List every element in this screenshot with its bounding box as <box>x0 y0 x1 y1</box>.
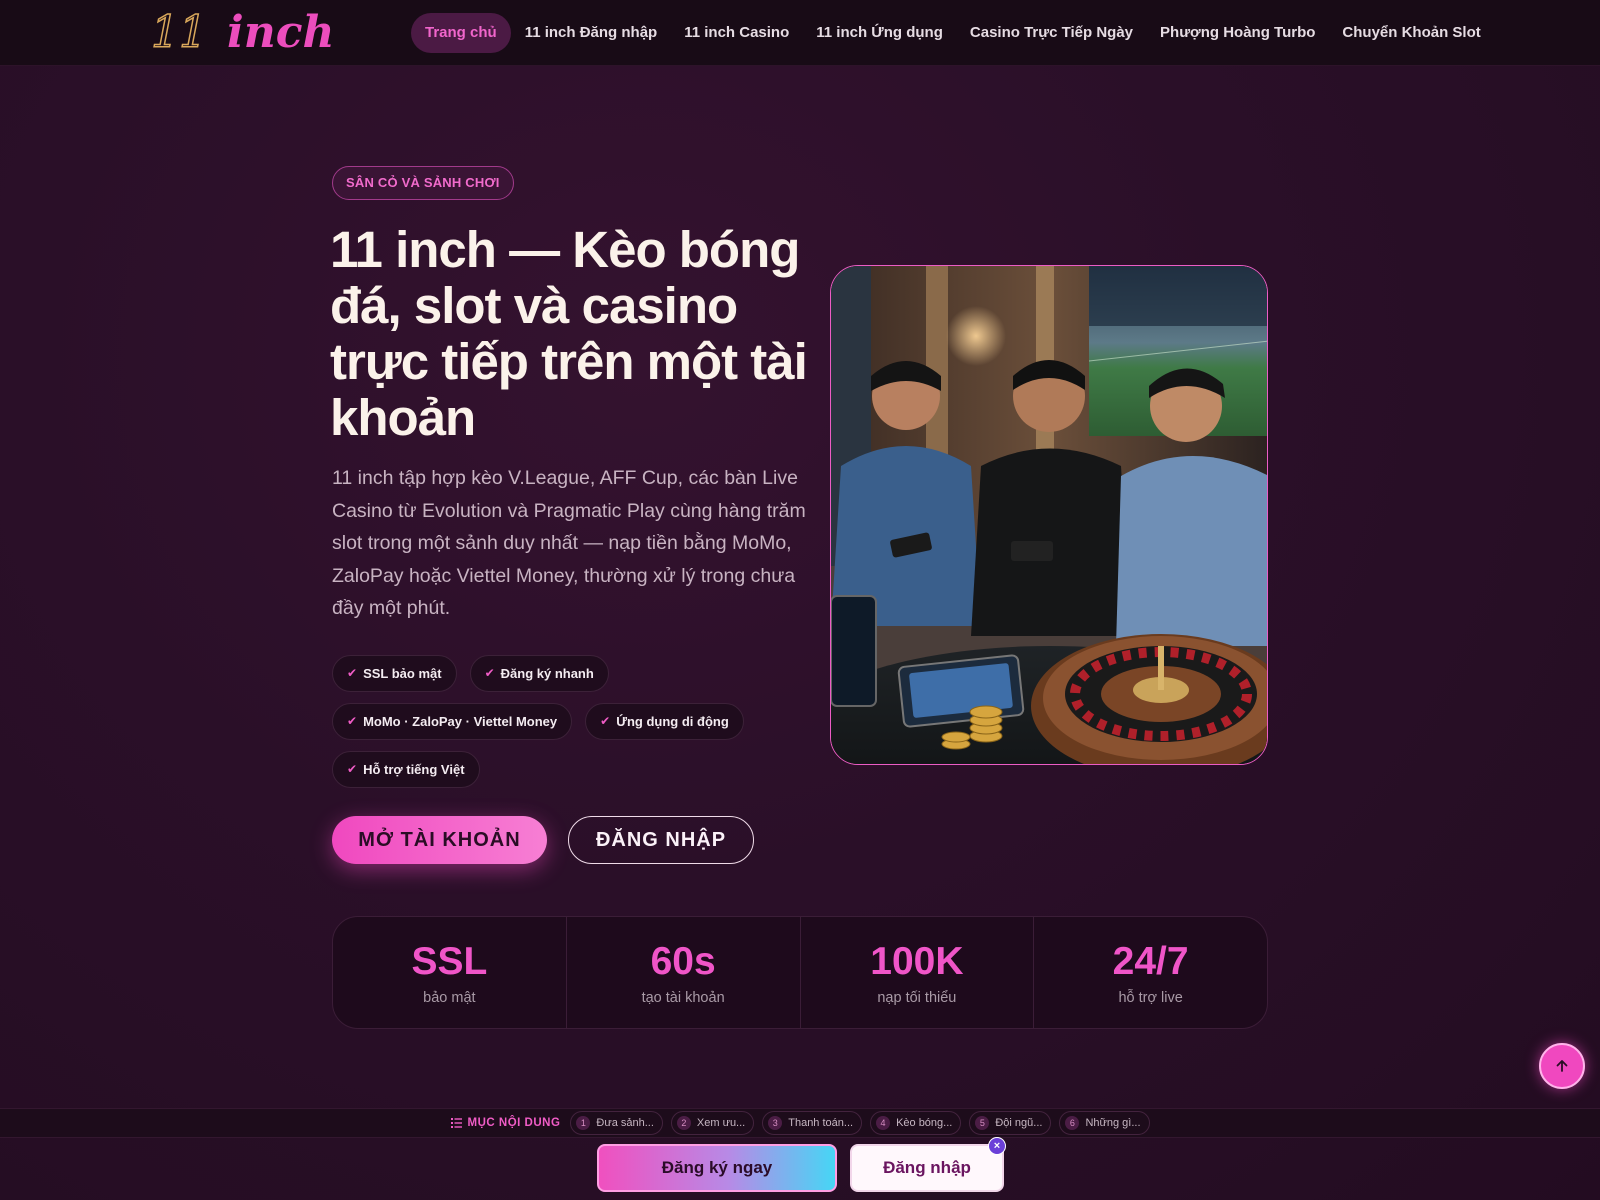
hero-image <box>830 265 1268 765</box>
feature-chip-label: Ứng dụng di động <box>616 714 729 729</box>
nav-item-login[interactable]: 11 inch Đăng nhập <box>511 13 672 53</box>
feature-chip: ✔ SSL bảo mật <box>332 655 457 692</box>
feature-chip: ✔ Đăng ký nhanh <box>469 655 609 692</box>
toc-item-number: 6 <box>1065 1116 1080 1130</box>
feature-chip-label: Đăng ký nhanh <box>500 666 594 681</box>
check-icon: ✔ <box>347 714 358 728</box>
feature-chip: ✔ Hỗ trợ tiếng Việt <box>332 751 480 788</box>
nav-item-home[interactable]: Trang chủ <box>411 13 511 53</box>
toc-label: MỤC NỘI DUNG <box>450 1117 561 1129</box>
toc-item-label: Đội ngũ... <box>995 1117 1043 1129</box>
sticky-login-button[interactable]: Đăng nhập <box>850 1144 1004 1192</box>
toc-label-text: MỤC NỘI DUNG <box>467 1117 561 1129</box>
toc-item-number: 4 <box>876 1116 891 1130</box>
arrow-up-icon <box>1556 1060 1568 1072</box>
stat-item: 100K nạp tối thiểu <box>801 917 1035 1028</box>
stat-value: 60s <box>650 939 716 983</box>
open-account-button[interactable]: MỞ TÀI KHOẢN <box>332 816 547 864</box>
main-nav: Trang chủ 11 inch Đăng nhập 11 inch Casi… <box>411 13 1494 53</box>
check-icon: ✔ <box>484 666 495 680</box>
close-icon[interactable]: × <box>988 1137 1006 1155</box>
register-now-button[interactable]: Đăng ký ngay <box>597 1144 837 1192</box>
toc-item[interactable]: 2 Xem ưu... <box>670 1111 755 1135</box>
stat-value: SSL <box>411 939 488 983</box>
toc-item-label: Những gì... <box>1085 1117 1141 1129</box>
table-of-contents-bar: MỤC NỘI DUNG 1 Đưa sảnh... 2 Xem ưu... 3 Th… <box>0 1108 1600 1138</box>
hero-title: 11 inch — Kèo bóng đá, slot và casino tr… <box>330 221 808 446</box>
stat-label: bảo mật <box>423 989 476 1006</box>
stats-panel: SSL bảo mật 60s tạo tài khoản 100K nạp t… <box>332 916 1268 1029</box>
feature-chip: ✔ Ứng dụng di động <box>585 703 744 740</box>
nav-item-casino[interactable]: 11 inch Casino <box>670 13 803 53</box>
hero-description: 11 inch tập hợp kèo V.League, AFF Cup, c… <box>332 467 806 619</box>
logo-word: inch <box>227 7 335 58</box>
toc-item-label: Thanh toán... <box>788 1117 854 1129</box>
stat-item: 60s tạo tài khoản <box>567 917 801 1028</box>
stat-item: 24/7 hỗ trợ live <box>1034 917 1267 1028</box>
logo-number: 11 <box>150 7 208 59</box>
toc-item-label: Đưa sảnh... <box>596 1117 654 1129</box>
toc-item[interactable]: 3 Thanh toán... <box>762 1111 863 1135</box>
toc-item-number: 2 <box>676 1116 691 1130</box>
feature-chips: ✔ SSL bảo mật ✔ Đăng ký nhanh ✔ MoMo · Zalo… <box>332 655 812 788</box>
toc-item-number: 3 <box>768 1116 783 1130</box>
back-to-top-button[interactable] <box>1539 1043 1585 1089</box>
toc-item[interactable]: 5 Đội ngũ... <box>969 1111 1052 1135</box>
nav-item-phoenix-turbo[interactable]: Phượng Hoàng Turbo <box>1146 13 1329 53</box>
toc-item-label: Xem ưu... <box>696 1117 746 1129</box>
list-icon <box>450 1118 462 1128</box>
toc-item[interactable]: 6 Những gì... <box>1059 1111 1150 1135</box>
toc-item[interactable]: 1 Đưa sảnh... <box>570 1111 663 1135</box>
feature-chip: ✔ MoMo · ZaloPay · Viettel Money <box>332 703 573 740</box>
feature-chip-label: SSL bảo mật <box>363 666 442 681</box>
stat-label: nạp tối thiểu <box>877 989 957 1006</box>
toc-item-number: 1 <box>576 1116 591 1130</box>
check-icon: ✔ <box>600 714 611 728</box>
stat-item: SSL bảo mật <box>333 917 567 1028</box>
check-icon: ✔ <box>347 762 358 776</box>
top-navigation-bar: 11 inch Trang chủ 11 inch Đăng nhập 11 i… <box>0 0 1600 66</box>
toc-item-label: Kèo bóng... <box>896 1117 953 1129</box>
nav-item-transfer-slot[interactable]: Chuyển Khoản Slot <box>1328 13 1494 53</box>
nav-item-app[interactable]: 11 inch Ứng dụng <box>802 13 957 53</box>
check-icon: ✔ <box>347 666 358 680</box>
site-logo[interactable]: 11 inch <box>150 7 335 59</box>
stat-label: tạo tài khoản <box>641 989 725 1006</box>
login-button[interactable]: ĐĂNG NHẬP <box>568 816 754 864</box>
feature-chip-label: MoMo · ZaloPay · Viettel Money <box>363 714 558 729</box>
nav-item-live-casino[interactable]: Casino Trực Tiếp Ngày <box>956 13 1147 53</box>
toc-item[interactable]: 4 Kèo bóng... <box>870 1111 962 1135</box>
stat-label: hỗ trợ live <box>1118 989 1183 1006</box>
stat-value: 100K <box>870 939 964 983</box>
toc-item-number: 5 <box>975 1116 990 1130</box>
feature-chip-label: Hỗ trợ tiếng Việt <box>363 762 465 777</box>
hero-eyebrow-badge: SÂN CỎ VÀ SẢNH CHƠI <box>332 166 514 200</box>
stat-value: 24/7 <box>1112 939 1189 983</box>
